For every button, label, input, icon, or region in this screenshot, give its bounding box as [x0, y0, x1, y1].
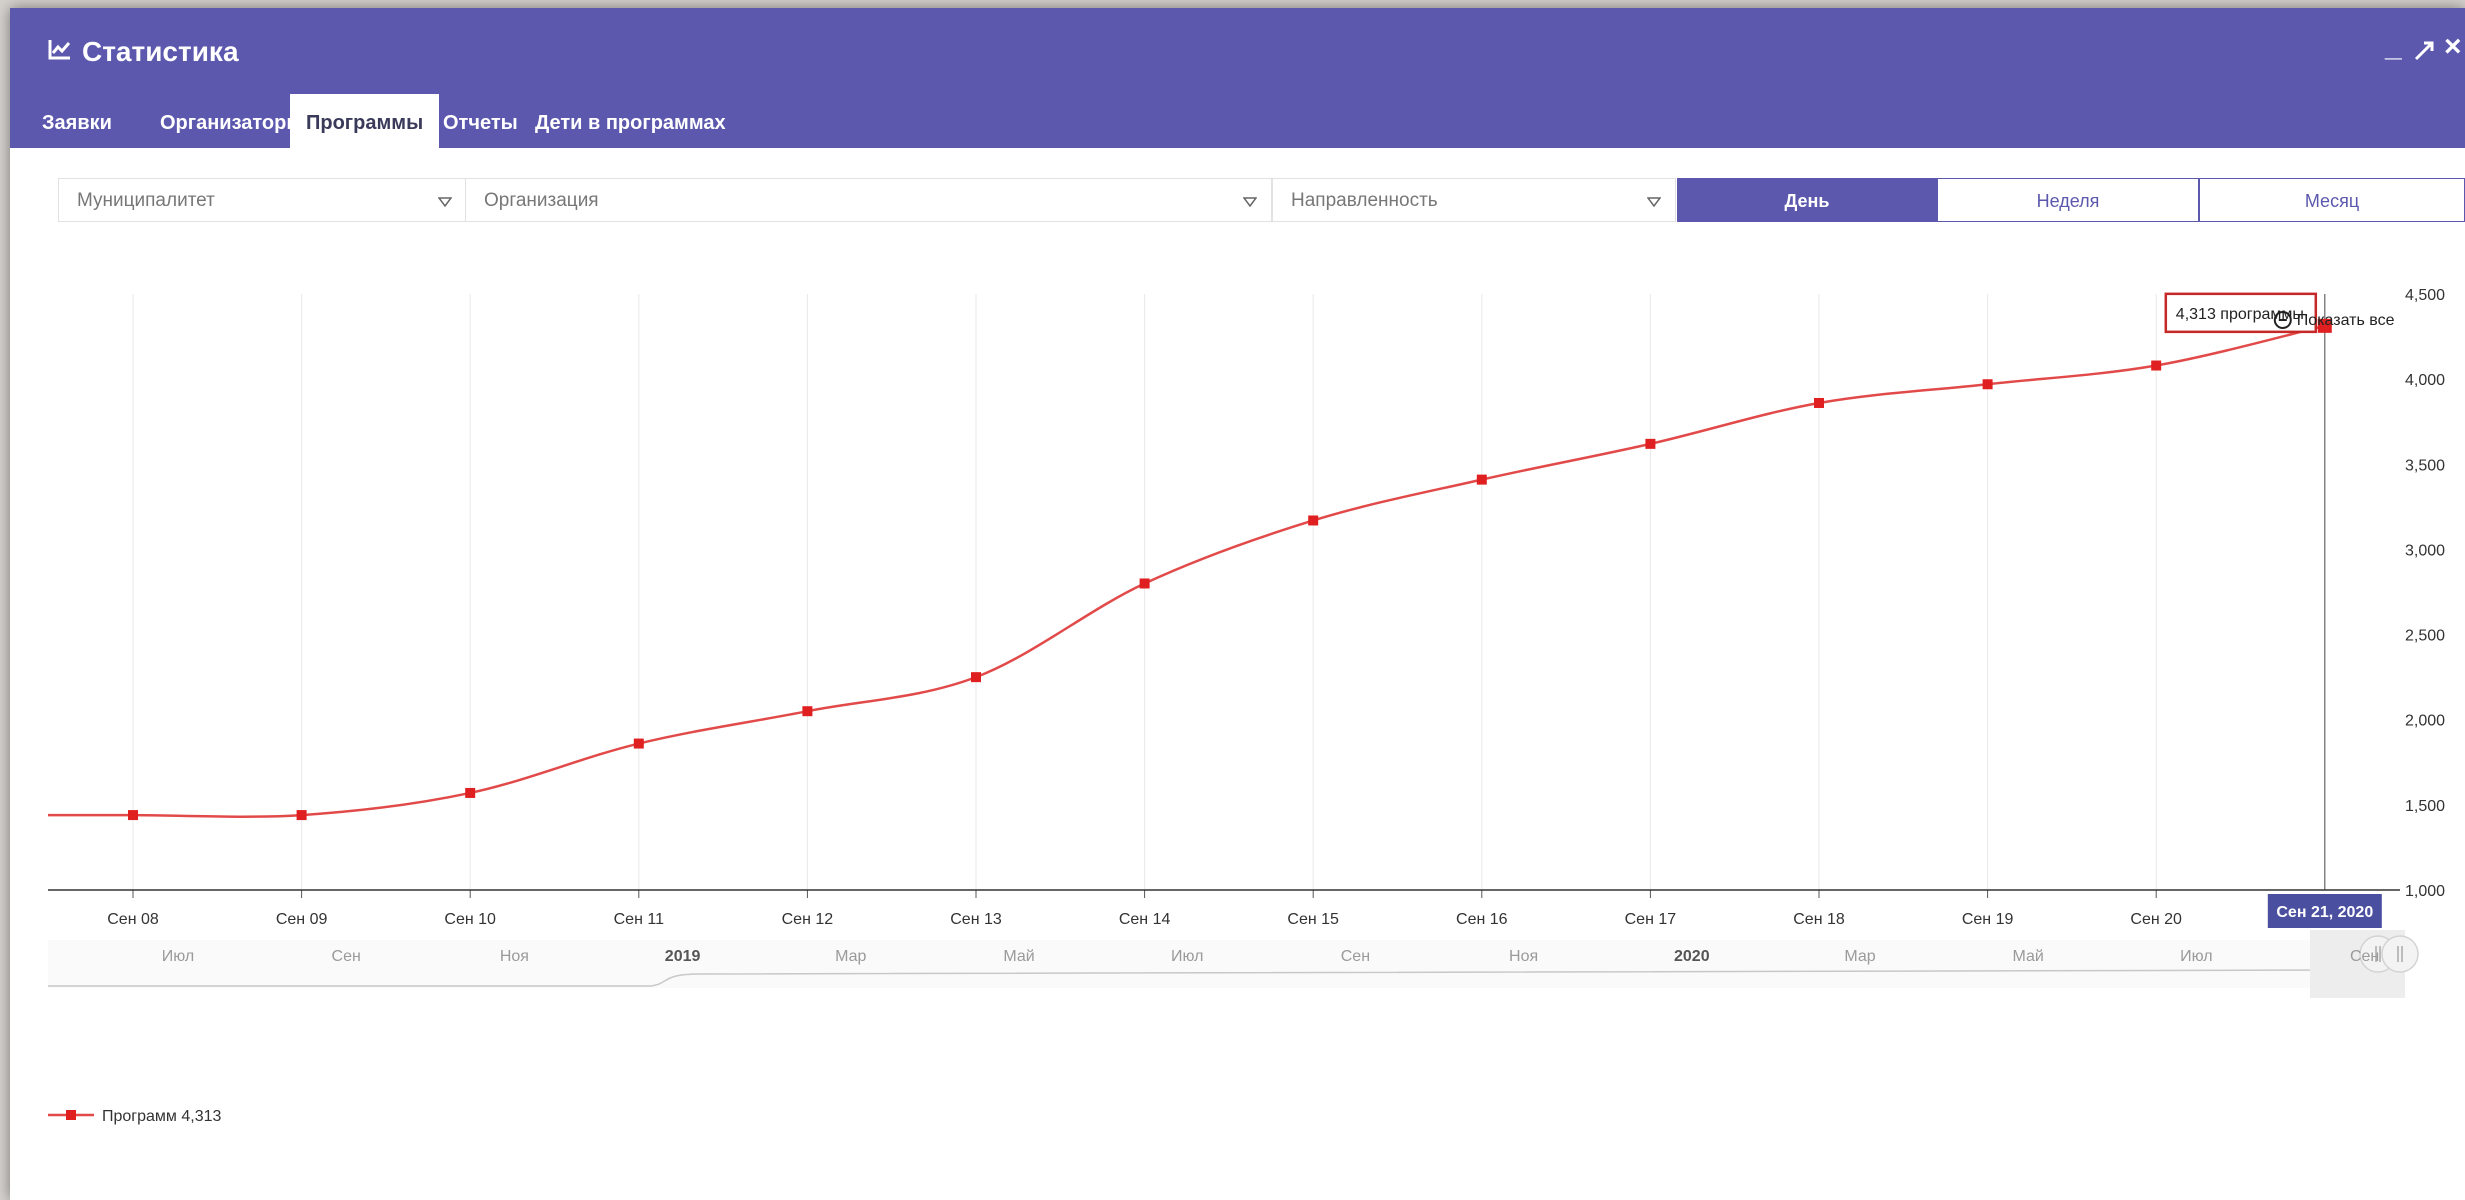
x-tick-label: Сен 17: [1625, 911, 1677, 928]
direction-placeholder: Направленность: [1291, 190, 1438, 211]
tab-applications[interactable]: Заявки: [26, 94, 128, 148]
data-point-marker: [128, 810, 138, 821]
statistics-window: Статистика _ × Заявки Организаторы Прогр…: [10, 8, 2465, 1200]
navigator-label: Май: [1003, 948, 1034, 965]
navigator-label: Июл: [162, 948, 194, 965]
tab-reports[interactable]: Отчеты: [427, 94, 534, 148]
navigator-label: Мар: [1844, 948, 1875, 965]
navigator-label: Сен: [1341, 948, 1370, 965]
navigator-label: Сен: [2350, 948, 2379, 965]
window-title: Статистика: [82, 36, 239, 67]
municipality-placeholder: Муниципалитет: [77, 190, 215, 211]
y-tick-label: 2,000: [2405, 713, 2445, 730]
navigator-label: 2020: [1674, 948, 1710, 965]
navigator-label: Май: [2013, 948, 2044, 965]
tab-programs[interactable]: Программы: [290, 94, 440, 148]
close-icon[interactable]: ×: [2444, 30, 2462, 64]
data-point-marker: [296, 810, 307, 821]
x-tick-label: Сен 08: [107, 911, 159, 928]
x-tick-label: Сен 16: [1456, 911, 1508, 928]
navigator-label: Июл: [2180, 948, 2212, 965]
x-tick-label: Сен 12: [782, 911, 834, 928]
y-tick-label: 3,500: [2405, 457, 2445, 474]
data-point-marker: [1308, 515, 1319, 526]
navigator-label: Ноя: [500, 948, 529, 965]
x-tick-label: Сен 18: [1793, 911, 1845, 928]
programs-line-chart: Сен 08 Сен 09 Сен 10 Сен 11 Сен 12 Сен 13 Сен …: [47, 287, 2445, 1125]
x-tick-label: Сен 14: [1119, 911, 1171, 928]
navigator-label: Июл: [1171, 948, 1203, 965]
series-line-programs: [47, 324, 2326, 818]
navigator-label: Ноя: [1509, 948, 1538, 965]
tab-children-in-programs[interactable]: Дети в программах: [519, 94, 742, 148]
data-point-marker: [633, 738, 644, 749]
x-tick-label: Сен 09: [276, 911, 328, 928]
window-titlebar: Статистика _ ×: [10, 8, 2465, 94]
data-point-marker: [1982, 379, 1993, 390]
y-tick-label: 1,500: [2405, 798, 2445, 815]
organization-select[interactable]: Организация: [465, 178, 1272, 222]
chevron-down-icon: [1646, 194, 1662, 212]
expand-icon[interactable]: [2413, 36, 2435, 70]
direction-select[interactable]: Направленность: [1272, 178, 1676, 222]
y-tick-label: 4,000: [2405, 372, 2445, 389]
navigator-label: Мар: [835, 948, 866, 965]
data-point-marker: [1139, 578, 1150, 589]
data-point-marker: [2151, 360, 2162, 371]
data-point-marker: [802, 706, 813, 717]
x-tick-label: Сен 15: [1287, 911, 1339, 928]
data-point-marker: [971, 672, 981, 683]
legend-marker-symbol: [66, 1110, 76, 1120]
navigator-label: Сен: [332, 948, 361, 965]
navigator-handle[interactable]: [2381, 935, 2419, 973]
data-point-marker: [465, 787, 476, 798]
minimize-icon[interactable]: _: [2385, 30, 2402, 64]
y-tick-label: 1,000: [2405, 883, 2445, 900]
organization-placeholder: Организация: [484, 190, 599, 211]
y-tick-label: 3,000: [2405, 542, 2445, 559]
legend-label: Программ 4,313: [102, 1108, 222, 1125]
data-point-marker: [1814, 397, 1824, 408]
line-chart-icon: [48, 38, 72, 65]
x-tick-label: Сен 11: [614, 911, 664, 928]
x-tick-label: Сен 19: [1962, 911, 2014, 928]
x-tick-label: Сен 13: [950, 911, 1002, 928]
navigator-label: 2019: [665, 948, 701, 965]
y-tick-label: 2,500: [2405, 628, 2445, 645]
reset-zoom-label: Показать все: [2297, 312, 2395, 329]
x-tick-label: Сен 10: [444, 911, 496, 928]
chevron-down-icon: [437, 194, 453, 212]
legend-item-programs[interactable]: Программ 4,313: [48, 1108, 222, 1125]
data-point-marker: [1476, 474, 1487, 485]
municipality-select[interactable]: Муниципалитет: [58, 178, 467, 222]
crosshair-date-label: Сен 21, 2020: [2276, 904, 2373, 921]
tab-bar: Заявки Организаторы Программы Отчеты Дет…: [10, 94, 2465, 148]
data-point-marker: [1645, 438, 1656, 449]
x-tick-label: Сен 20: [2130, 911, 2182, 928]
chevron-down-icon: [1242, 194, 1258, 212]
navigator-handle-circle: [2381, 935, 2419, 973]
period-day-button[interactable]: День: [1677, 178, 1937, 222]
period-month-button[interactable]: Месяц: [2199, 178, 2465, 222]
y-tick-label: 4,500: [2405, 287, 2445, 304]
period-week-button[interactable]: Неделя: [1937, 178, 2199, 222]
